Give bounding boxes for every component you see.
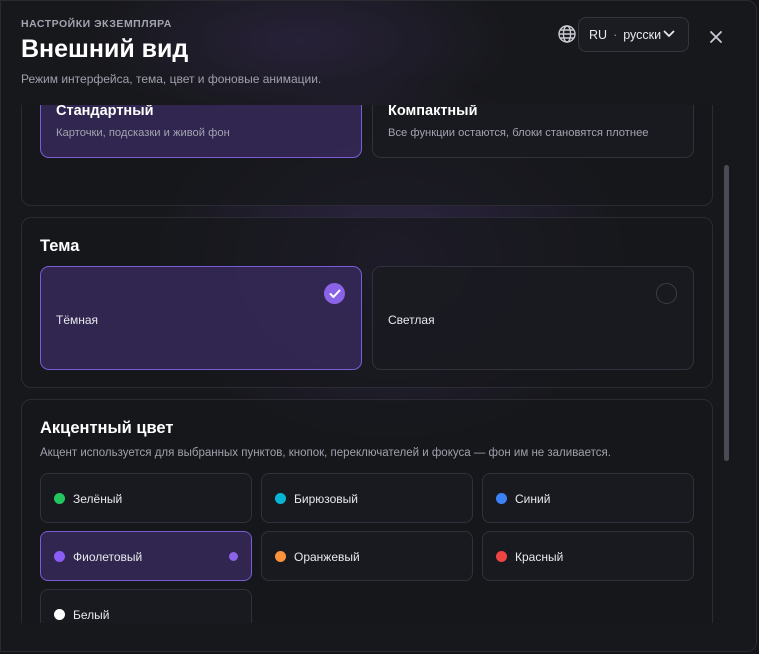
color-swatch bbox=[275, 551, 286, 562]
color-label: Зелёный bbox=[73, 492, 123, 506]
color-swatch bbox=[496, 493, 507, 504]
mode-option-description: Все функции остаются, блоки становятся п… bbox=[388, 127, 649, 139]
mode-option-description: Карточки, подсказки и живой фон bbox=[56, 127, 230, 139]
language-select[interactable]: RU · русски bbox=[578, 17, 689, 52]
eyebrow-label: НАСТРОЙКИ ЭКЗЕМПЛЯРА bbox=[21, 18, 172, 30]
language-code: RU bbox=[589, 27, 608, 42]
close-icon[interactable] bbox=[708, 29, 724, 45]
theme-option-label: Тёмная bbox=[56, 313, 99, 327]
settings-scroll-area[interactable]: Стандартный Карточки, подсказки и живой … bbox=[1, 105, 741, 623]
color-swatch bbox=[54, 551, 65, 562]
theme-section-title: Тема bbox=[40, 237, 80, 255]
mode-option-title: Компактный bbox=[388, 105, 478, 119]
scrollbar-thumb[interactable] bbox=[724, 165, 729, 461]
color-label: Оранжевый bbox=[294, 550, 360, 564]
accent-color-white[interactable]: Белый bbox=[40, 589, 252, 623]
language-name: русски bbox=[623, 27, 662, 42]
theme-option-label: Светлая bbox=[388, 313, 435, 327]
accent-section: Акцентный цвет Акцент используется для в… bbox=[21, 399, 713, 623]
theme-section: Тема Тёмная Светлая bbox=[21, 217, 713, 388]
accent-section-description: Акцент используется для выбранных пункто… bbox=[40, 447, 611, 459]
accent-color-orange[interactable]: Оранжевый bbox=[261, 531, 473, 581]
accent-color-teal[interactable]: Бирюзовый bbox=[261, 473, 473, 523]
radio-empty-icon bbox=[656, 283, 677, 304]
theme-option-dark[interactable]: Тёмная bbox=[40, 266, 362, 370]
color-label: Красный bbox=[515, 550, 564, 564]
accent-color-blue[interactable]: Синий bbox=[482, 473, 694, 523]
mode-option-compact[interactable]: Компактный Все функции остаются, блоки с… bbox=[372, 105, 694, 158]
accent-color-green[interactable]: Зелёный bbox=[40, 473, 252, 523]
appearance-settings-modal: НАСТРОЙКИ ЭКЗЕМПЛЯРА Внешний вид Режим и… bbox=[0, 0, 757, 652]
color-label: Бирюзовый bbox=[294, 492, 358, 506]
mode-option-title: Стандартный bbox=[56, 105, 154, 119]
color-label: Синий bbox=[515, 492, 551, 506]
mode-section: Стандартный Карточки, подсказки и живой … bbox=[21, 105, 713, 206]
color-swatch bbox=[275, 493, 286, 504]
check-icon bbox=[324, 283, 345, 304]
page-title: Внешний вид bbox=[21, 35, 189, 63]
color-swatch bbox=[496, 551, 507, 562]
selected-indicator bbox=[229, 552, 238, 561]
chevron-down-icon bbox=[663, 30, 675, 37]
accent-section-title: Акцентный цвет bbox=[40, 419, 174, 437]
accent-color-red[interactable]: Красный bbox=[482, 531, 694, 581]
mode-option-standard[interactable]: Стандартный Карточки, подсказки и живой … bbox=[40, 105, 362, 158]
color-label: Белый bbox=[73, 608, 110, 622]
modal-header: НАСТРОЙКИ ЭКЗЕМПЛЯРА Внешний вид Режим и… bbox=[1, 1, 756, 105]
globe-icon bbox=[558, 25, 576, 43]
color-swatch bbox=[54, 493, 65, 504]
accent-color-violet[interactable]: Фиолетовый bbox=[40, 531, 252, 581]
color-label: Фиолетовый bbox=[73, 550, 143, 564]
page-subtitle: Режим интерфейса, тема, цвет и фоновые а… bbox=[21, 72, 322, 86]
color-swatch bbox=[54, 609, 65, 620]
language-separator: · bbox=[613, 27, 618, 42]
modal-footer-band bbox=[1, 623, 756, 651]
theme-option-light[interactable]: Светлая bbox=[372, 266, 694, 370]
